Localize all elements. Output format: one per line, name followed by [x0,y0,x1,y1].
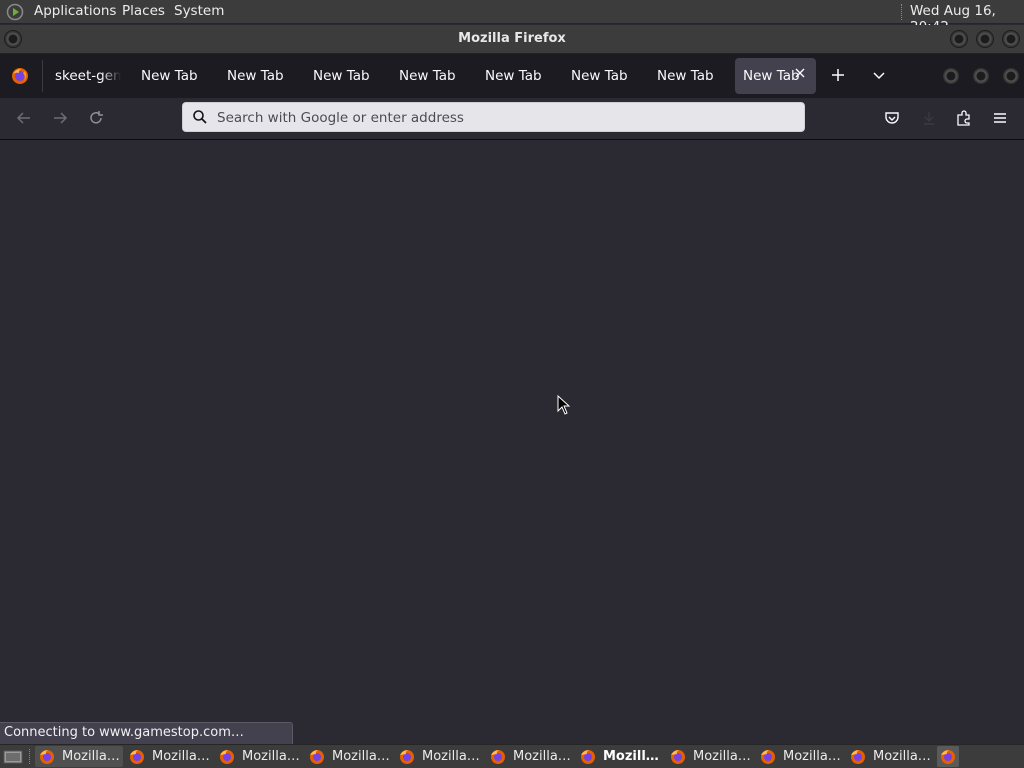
tab-divider [42,60,43,92]
status-panel: Connecting to www.gamestop.com… [0,722,293,744]
firefox-icon [581,750,595,764]
top-panel: Applications Places System Wed Aug 16, 2… [0,0,1024,35]
show-desktop-icon[interactable] [3,748,23,765]
firefox-icon [220,750,234,764]
tab-label: New Tab [743,68,800,84]
taskbar-window-label: Mozilla… [152,749,210,764]
taskbar-window-label: Mozilla… [783,749,841,764]
close-window-button[interactable] [1003,31,1019,47]
search-icon [193,110,207,124]
decor-button [973,68,989,84]
tab-label: New Tab [313,68,370,84]
taskbar-window-label: Mozilla… [693,749,751,764]
back-arrow-icon[interactable] [15,109,33,127]
taskbar-window-button[interactable]: Mozilla… [486,746,574,767]
minimize-button[interactable] [951,31,967,47]
tab-new-tab[interactable]: New Tab [571,54,628,98]
tab-new-tab[interactable]: New Tab [657,54,714,98]
address-input[interactable] [215,105,799,131]
firefox-icon [941,750,955,764]
downloads-icon[interactable] [920,109,938,127]
window-titlebar[interactable]: Mozilla Firefox [0,25,1024,54]
window-title: Mozilla Firefox [458,31,566,46]
taskbar-window-label: Mozilla… [513,749,571,764]
taskbar-window-button-icon-only[interactable] [937,746,959,767]
decor-button [943,68,959,84]
taskbar-window-label: Mozilla… [242,749,300,764]
taskbar-window-button[interactable]: Mozilla… [305,746,393,767]
tab-new-tab[interactable]: New Tab [141,54,198,98]
system-menu[interactable]: System [174,3,224,19]
firefox-icon [761,750,775,764]
tab-label: New Tab [485,68,542,84]
tab-skeet-gen[interactable]: skeet-gen- [55,54,121,98]
tab-label: New Tab [227,68,284,84]
taskbar-window-button[interactable]: Mozilla… [846,746,934,767]
taskbar-window-button[interactable]: Mozilla… [395,746,483,767]
tab-new-tab[interactable]: New Tab [399,54,456,98]
maximize-button[interactable] [977,31,993,47]
tab-label: New Tab [399,68,456,84]
address-bar[interactable] [182,102,805,132]
distro-logo-icon[interactable] [6,3,24,21]
applications-menu[interactable]: Applications [34,3,116,19]
navigation-toolbar [0,98,1024,140]
firefox-icon [130,750,144,764]
mouse-pointer-icon [557,395,570,415]
places-menu[interactable]: Places [122,3,165,19]
tab-label: New Tab [571,68,628,84]
bottom-taskbar: Mozilla… Mozilla… Mozilla… Mozilla… Mozi… [0,744,1024,768]
extensions-icon[interactable] [955,109,973,127]
taskbar-window-label: Mozilla… [62,749,120,764]
close-tab-icon[interactable] [793,66,807,80]
taskbar-handle[interactable] [29,749,32,764]
taskbar-window-label: Mozilla… [332,749,390,764]
new-tab-plus-icon[interactable] [829,66,847,84]
status-text: Connecting to www.gamestop.com… [4,725,244,740]
firefox-icon [310,750,324,764]
firefox-icon [40,750,54,764]
forward-arrow-icon[interactable] [51,109,69,127]
hamburger-menu-icon[interactable] [991,109,1009,127]
taskbar-window-label: Mozilla… [873,749,931,764]
taskbar-window-button[interactable]: Mozilla… [125,746,213,767]
tab-label: New Tab [141,68,198,84]
taskbar-window-button[interactable]: Mozilla… [756,746,844,767]
firefox-icon [400,750,414,764]
firefox-icon [851,750,865,764]
tab-new-tab[interactable]: New Tab [313,54,370,98]
chevron-down-icon[interactable] [870,66,888,84]
taskbar-window-button[interactable]: Mozilla… [35,746,123,767]
pocket-icon[interactable] [883,109,901,127]
taskbar-window-label: Mozill… [603,749,659,764]
panel-separator [901,4,904,20]
firefox-icon [671,750,685,764]
decor-button [1003,68,1019,84]
firefox-icon [491,750,505,764]
reload-icon[interactable] [87,109,105,127]
taskbar-window-label: Mozilla… [422,749,480,764]
taskbar-window-button-active[interactable]: Mozill… [576,746,664,767]
tab-label: skeet-gen- [55,68,121,84]
firefox-icon[interactable] [11,67,29,85]
taskbar-window-button[interactable]: Mozilla… [666,746,754,767]
tab-new-tab[interactable]: New Tab [227,54,284,98]
tab-new-tab[interactable]: New Tab [485,54,542,98]
page-content[interactable] [0,140,1024,745]
taskbar-window-button[interactable]: Mozilla… [215,746,303,767]
tab-label: New Tab [657,68,714,84]
